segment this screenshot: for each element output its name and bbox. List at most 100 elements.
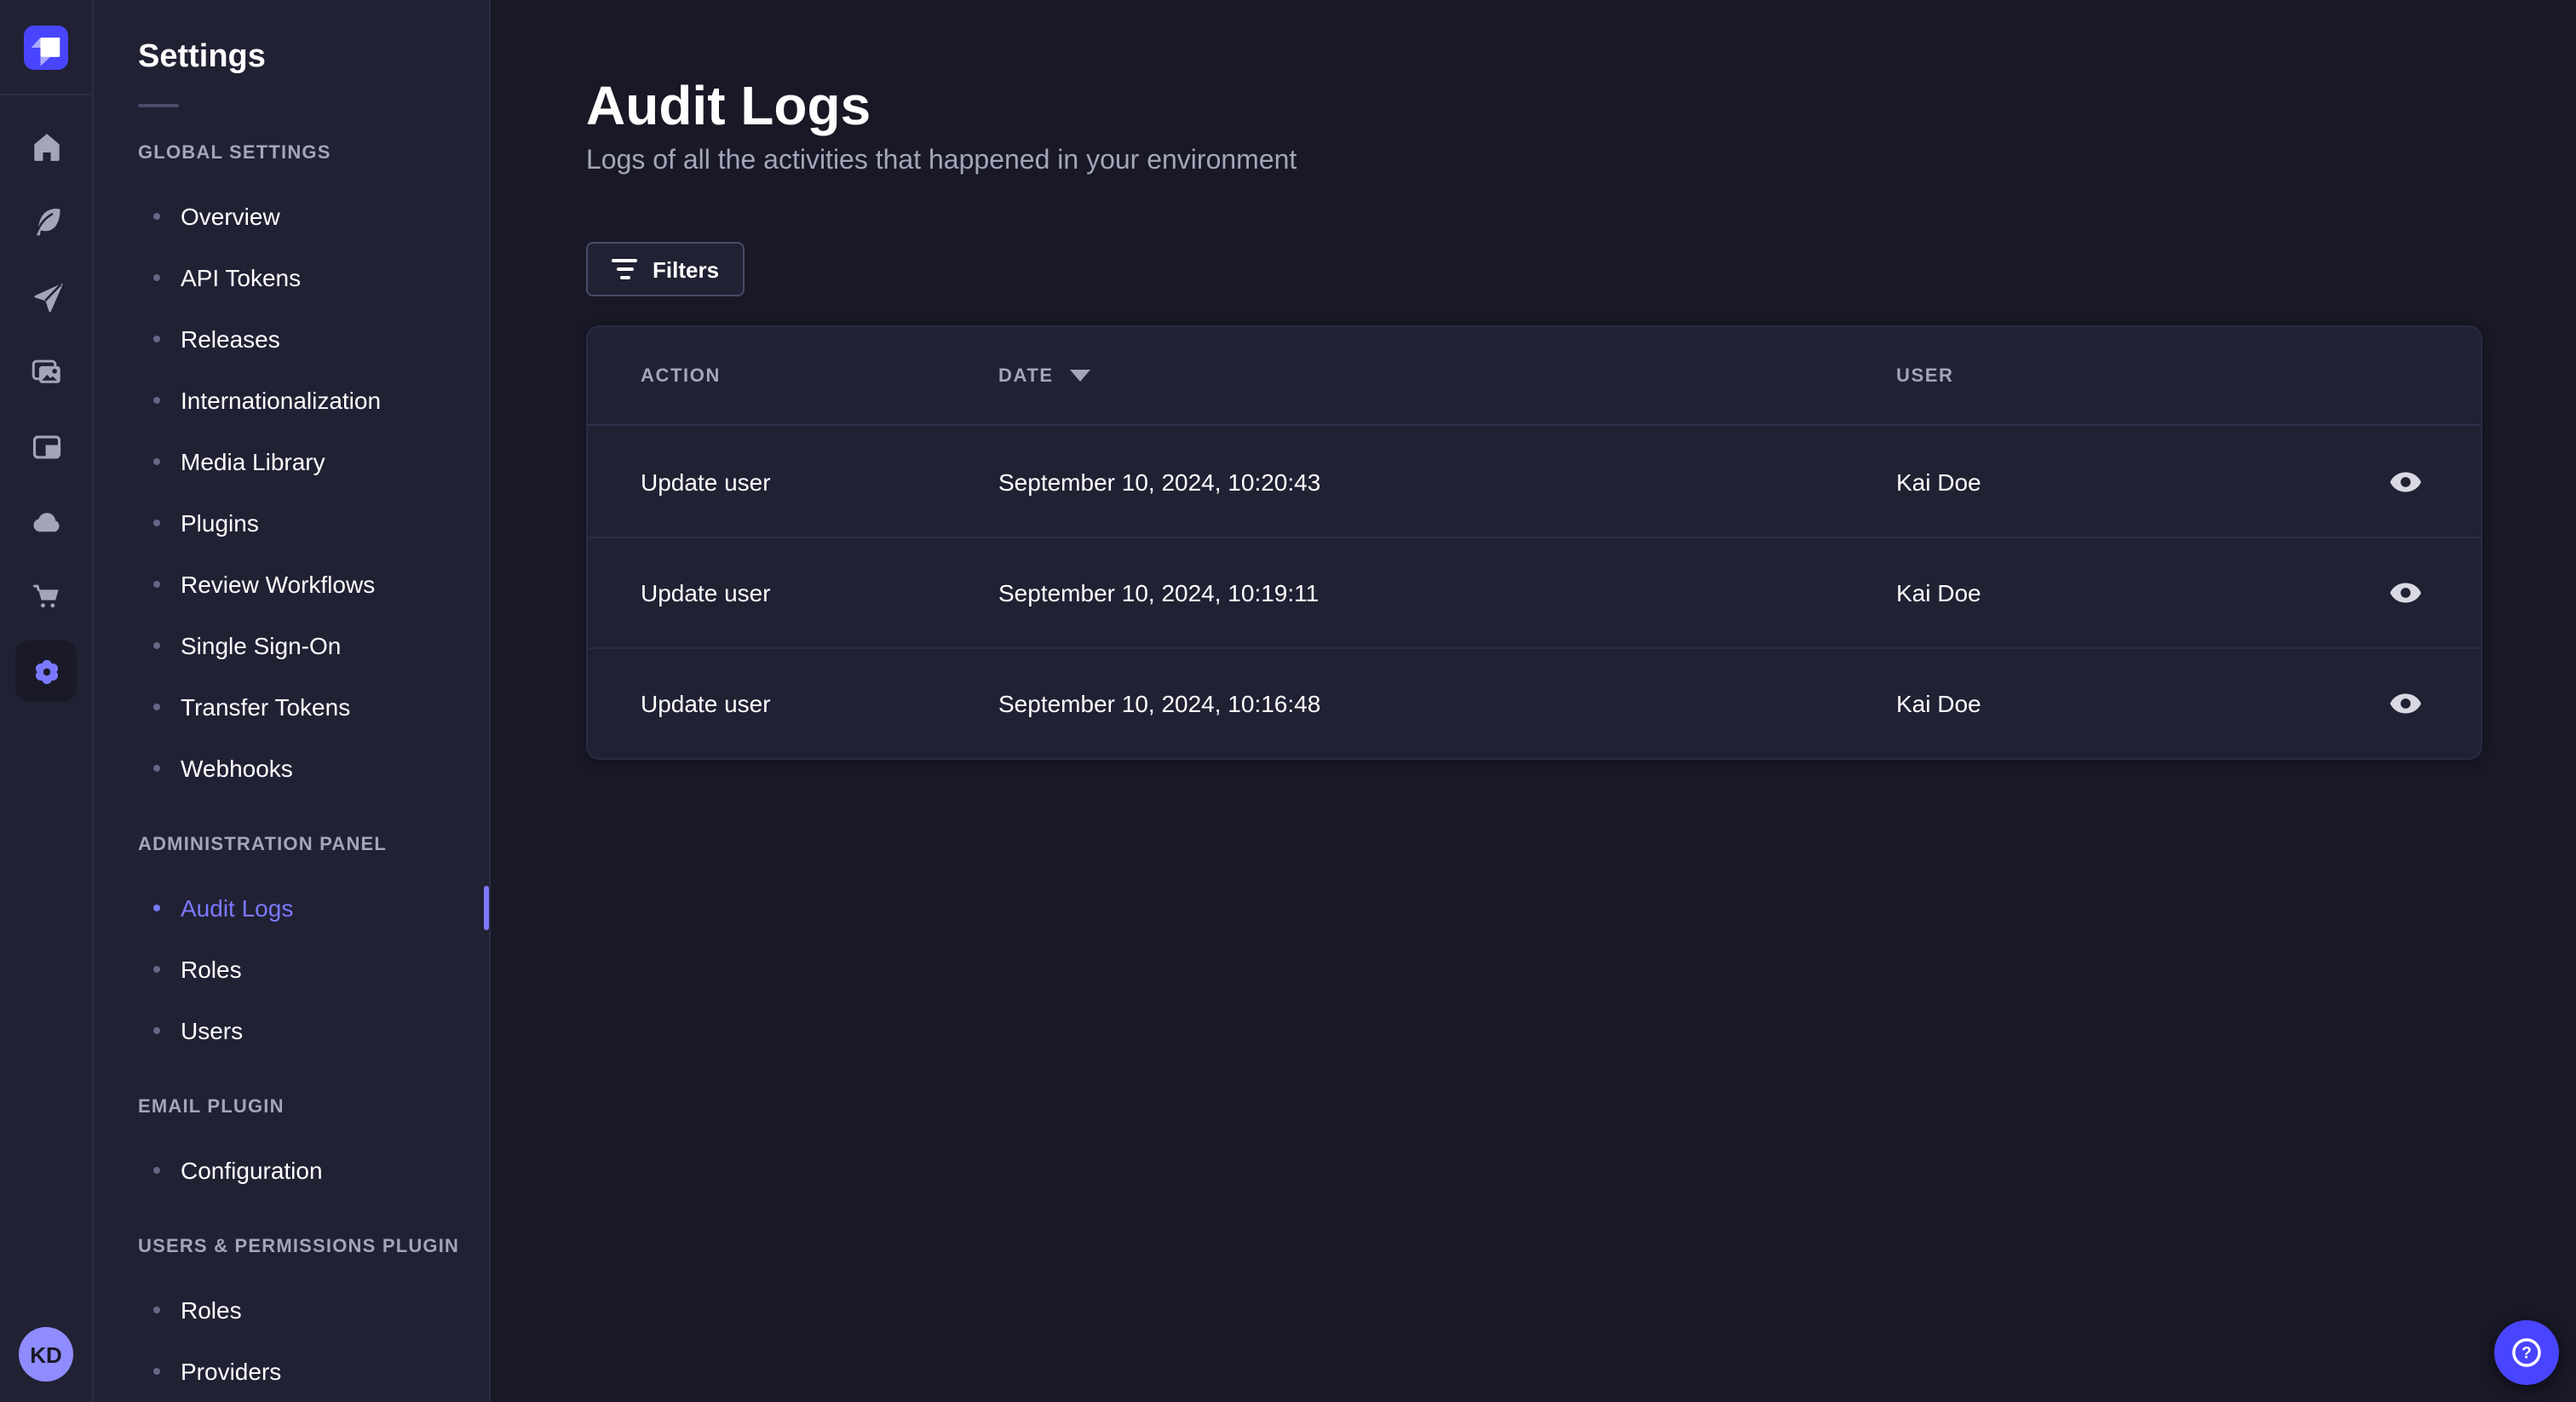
eye-icon: [2389, 693, 2422, 714]
filters-button[interactable]: Filters: [586, 242, 745, 296]
page-title: Audit Logs: [586, 75, 871, 136]
sidebar-section-items: Audit Logs Roles Users: [94, 877, 489, 1061]
images-icon: [31, 359, 60, 382]
active-indicator: [484, 886, 489, 930]
help-button[interactable]: ?: [2494, 1320, 2559, 1385]
sidebar-item-single-sign-on[interactable]: Single Sign-On: [94, 615, 489, 676]
sidebar-item-roles[interactable]: Roles: [94, 939, 489, 1000]
sidebar-item-releases[interactable]: Releases: [94, 308, 489, 370]
table-row[interactable]: Update user September 10, 2024, 10:19:11…: [588, 537, 2481, 647]
main-content: Audit Logs Logs of all the activities th…: [491, 0, 2576, 1402]
view-log-button[interactable]: [2378, 566, 2433, 620]
cell-date: September 10, 2024, 10:16:48: [998, 690, 1321, 717]
sidebar-item-label: Audit Logs: [181, 894, 294, 922]
bullet-icon: [153, 905, 160, 911]
sidebar-item-label: Internationalization: [181, 387, 382, 414]
rail-item-paper-plane[interactable]: [15, 266, 77, 327]
icon-rail: KD: [0, 0, 94, 1402]
column-header-user[interactable]: USER: [1896, 365, 2337, 386]
audit-table-card: ACTION DATE USER Update user September 1…: [586, 325, 2482, 760]
sidebar-item-audit-logs[interactable]: Audit Logs: [94, 877, 489, 939]
sidebar-item-label: Review Workflows: [181, 571, 376, 598]
sidebar-item-configuration[interactable]: Configuration: [94, 1140, 489, 1201]
sidebar-item-users[interactable]: Users: [94, 1000, 489, 1061]
sidebar-item-roles[interactable]: Roles: [94, 1279, 489, 1341]
sidebar-section-label: ADMINISTRATION PANEL: [138, 835, 388, 855]
sidebar-item-label: Users: [181, 1017, 244, 1044]
cell-date: September 10, 2024, 10:19:11: [998, 579, 1320, 606]
cell-action: Update user: [641, 579, 771, 606]
sidebar-item-label: Webhooks: [181, 755, 293, 782]
strapi-logo-icon: [24, 25, 68, 69]
sidebar-section-items: Configuration: [94, 1140, 489, 1201]
sidebar-item-label: Roles: [181, 1296, 242, 1324]
rail-item-settings[interactable]: [15, 641, 77, 702]
sidebar-item-transfer-tokens[interactable]: Transfer Tokens: [94, 676, 489, 738]
table-row[interactable]: Update user September 10, 2024, 10:16:48…: [588, 647, 2481, 758]
bullet-icon: [153, 1307, 160, 1313]
table-row[interactable]: Update user September 10, 2024, 10:20:43…: [588, 426, 2481, 537]
cell-row-actions: [2337, 676, 2433, 731]
bullet-icon: [153, 458, 160, 465]
cell-row-actions: [2337, 454, 2433, 509]
rail-item-media-library[interactable]: [15, 341, 77, 402]
layout-icon: [32, 434, 60, 458]
question-mark-circle-icon: ?: [2512, 1338, 2541, 1367]
sidebar-sections: GLOBAL SETTINGS Overview API Tokens Rele…: [94, 141, 489, 1402]
sidebar-item-label: Providers: [181, 1358, 282, 1385]
subnav-title: Settings: [138, 39, 266, 75]
sidebar-item-label: Single Sign-On: [181, 632, 342, 659]
rail-item-layout[interactable]: [15, 416, 77, 477]
view-log-button[interactable]: [2378, 454, 2433, 509]
sidebar-section-items: Roles Providers: [94, 1279, 489, 1402]
cell-action: Update user: [641, 468, 771, 495]
rail-item-cloud[interactable]: [15, 491, 77, 552]
bullet-icon: [153, 581, 160, 588]
logo-container[interactable]: [0, 0, 92, 95]
sidebar-section: GLOBAL SETTINGS Overview API Tokens Rele…: [94, 141, 489, 799]
table-body: Update user September 10, 2024, 10:20:43…: [588, 426, 2481, 758]
sidebar-item-providers[interactable]: Providers: [94, 1341, 489, 1402]
rail-item-marketplace[interactable]: [15, 566, 77, 627]
view-log-button[interactable]: [2378, 676, 2433, 731]
sidebar-section: ADMINISTRATION PANEL Audit Logs Roles Us…: [94, 833, 489, 1061]
paper-plane-icon: [33, 282, 62, 312]
avatar-initials: KD: [30, 1342, 62, 1367]
user-avatar[interactable]: KD: [19, 1327, 73, 1382]
bullet-icon: [153, 1027, 160, 1034]
bullet-icon: [153, 1167, 160, 1174]
page-subtitle: Logs of all the activities that happened…: [586, 147, 1297, 175]
sidebar-item-label: Plugins: [181, 509, 259, 537]
rail-item-home[interactable]: [15, 116, 77, 177]
sidebar-item-overview[interactable]: Overview: [94, 186, 489, 247]
strapi-admin-app: KD Settings GLOBAL SETTINGS Overview API…: [0, 0, 2576, 1402]
bullet-icon: [153, 966, 160, 973]
settings-gear-icon: [34, 658, 58, 684]
cell-date: September 10, 2024, 10:20:43: [998, 468, 1321, 495]
sidebar-item-api-tokens[interactable]: API Tokens: [94, 247, 489, 308]
sidebar-item-label: Releases: [181, 325, 280, 353]
sidebar-item-label: Roles: [181, 956, 242, 983]
bullet-icon: [153, 520, 160, 526]
subnav-divider: [138, 104, 179, 107]
bullet-icon: [153, 704, 160, 710]
rail-item-feather-pen[interactable]: [15, 191, 77, 252]
eye-icon: [2389, 583, 2422, 603]
bullet-icon: [153, 1368, 160, 1375]
sidebar-item-plugins[interactable]: Plugins: [94, 492, 489, 554]
table-header-row: ACTION DATE USER: [588, 327, 2481, 426]
sidebar-item-webhooks[interactable]: Webhooks: [94, 738, 489, 799]
sidebar-item-media-library[interactable]: Media Library: [94, 431, 489, 492]
column-header-action[interactable]: ACTION: [641, 365, 998, 386]
sidebar-item-review-workflows[interactable]: Review Workflows: [94, 554, 489, 615]
home-icon: [33, 133, 59, 160]
feather-pen-icon: [34, 208, 60, 235]
bullet-icon: [153, 274, 160, 281]
sidebar-item-internationalization[interactable]: Internationalization: [94, 370, 489, 431]
sort-caret-down-icon[interactable]: [1070, 370, 1091, 382]
sidebar-section-items: Overview API Tokens Releases Internation…: [94, 186, 489, 799]
bullet-icon: [153, 765, 160, 772]
filters-button-label: Filters: [653, 256, 720, 282]
column-header-date[interactable]: DATE: [998, 365, 1896, 386]
sidebar-section-label: USERS & PERMISSIONS PLUGIN: [138, 1237, 460, 1257]
